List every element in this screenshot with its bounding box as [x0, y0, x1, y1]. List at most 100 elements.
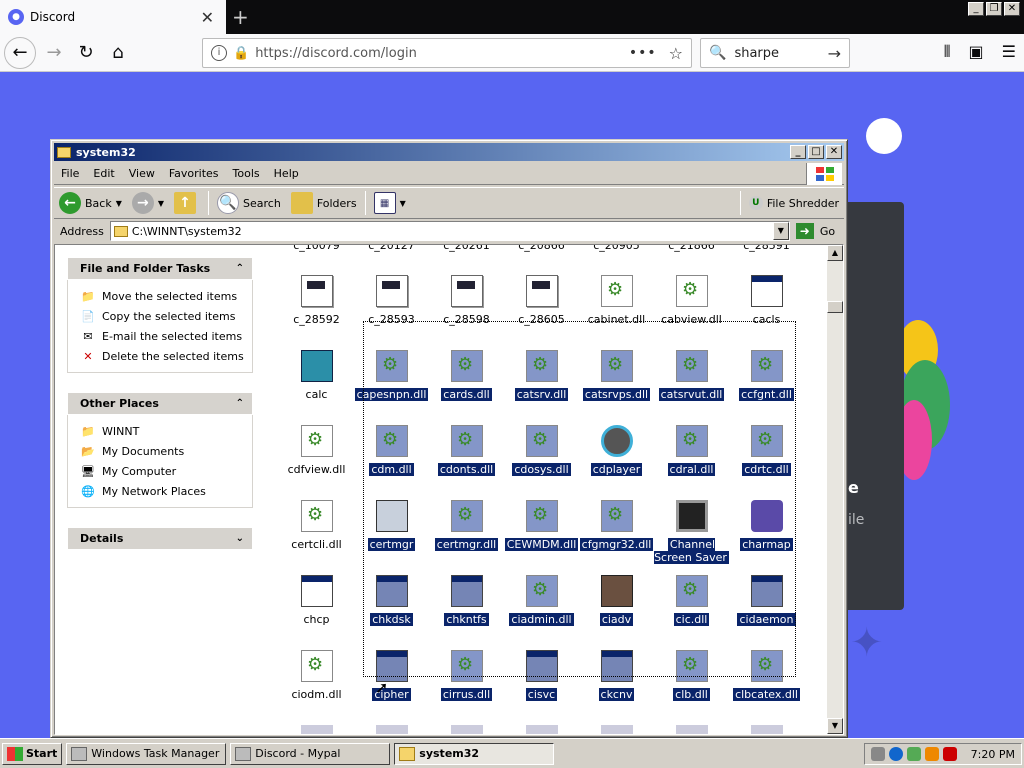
place-my-computer[interactable]: 🖥 My Computer — [80, 461, 252, 481]
search-bar[interactable]: 🔍 sharpe → — [700, 38, 850, 68]
forward-button[interactable]: → ▼ — [127, 189, 169, 217]
close-button[interactable]: ✕ — [826, 145, 842, 159]
file-item[interactable]: ciodm.dll — [279, 650, 354, 725]
menu-tools[interactable]: Tools — [226, 167, 267, 180]
file-item-partial[interactable] — [751, 725, 783, 734]
menu-favorites[interactable]: Favorites — [162, 167, 226, 180]
file-label: clb.dll — [673, 688, 710, 701]
go-button[interactable]: ➜ Go — [795, 223, 835, 239]
file-item-partial[interactable] — [376, 725, 408, 734]
file-label-partial[interactable]: c_10079 — [279, 245, 354, 252]
info-icon[interactable]: i — [211, 45, 227, 61]
search-button[interactable]: 🔍 Search — [212, 189, 286, 217]
page-actions-icon[interactable]: ••• — [629, 45, 657, 61]
url-text[interactable]: https://discord.com/login — [255, 46, 629, 61]
file-item[interactable]: certcli.dll — [279, 500, 354, 575]
menu-help[interactable]: Help — [267, 167, 306, 180]
menu-file[interactable]: File — [54, 167, 86, 180]
start-button[interactable]: Start — [2, 742, 63, 765]
views-button[interactable]: ▦ ▼ — [369, 189, 411, 217]
file-item-partial[interactable] — [451, 725, 483, 734]
task-move[interactable]: 📁 Move the selected items — [80, 286, 252, 306]
tray-app-icon[interactable] — [924, 747, 939, 761]
new-tab-button[interactable]: + — [232, 5, 249, 29]
file-item[interactable]: cdfview.dll — [279, 425, 354, 500]
address-field[interactable]: C:\WINNT\system32 ▼ — [109, 221, 790, 241]
file-item[interactable]: c_28592 — [279, 275, 354, 350]
tray-app-icon[interactable] — [888, 747, 903, 761]
task-copy[interactable]: 📄 Copy the selected items — [80, 306, 252, 326]
place-winnt[interactable]: 📁 WINNT — [80, 421, 252, 441]
back-button[interactable]: ← Back ▼ — [54, 189, 127, 217]
task-email[interactable]: ✉ E-mail the selected items — [80, 326, 252, 346]
search-input[interactable]: sharpe — [734, 46, 827, 61]
sidebar-icon[interactable]: ▣ — [969, 42, 984, 62]
file-label-partial[interactable]: c_20261 — [429, 245, 504, 252]
reload-button[interactable]: ↻ — [72, 39, 100, 67]
panel-header[interactable]: Details ⌄ — [67, 527, 253, 550]
file-item[interactable]: chcp — [279, 575, 354, 650]
library-icon[interactable]: ⫴ — [944, 42, 951, 62]
url-bar[interactable]: i 🔒 https://discord.com/login ••• ☆ — [202, 38, 692, 68]
chevron-down-icon[interactable]: ▼ — [116, 199, 122, 208]
bookmark-star-icon[interactable]: ☆ — [669, 44, 683, 63]
file-item[interactable]: calc — [279, 350, 354, 425]
file-item-partial[interactable] — [526, 725, 558, 734]
taskbar-item-task-manager[interactable]: Windows Task Manager — [66, 742, 227, 765]
menu-view[interactable]: View — [122, 167, 162, 180]
collapse-icon[interactable]: ⌃ — [236, 398, 244, 409]
tray-app-icon[interactable] — [942, 747, 957, 761]
scroll-thumb[interactable] — [827, 301, 843, 313]
place-my-network[interactable]: 🌐 My Network Places — [80, 481, 252, 501]
task-delete[interactable]: ✕ Delete the selected items — [80, 346, 252, 366]
search-go-icon[interactable]: → — [828, 44, 841, 63]
file-item-partial[interactable] — [601, 725, 633, 734]
maximize-button[interactable]: ❐ — [986, 2, 1002, 16]
file-label-partial[interactable]: c_28591 — [729, 245, 804, 252]
file-item-partial[interactable] — [676, 725, 708, 734]
menu-edit[interactable]: Edit — [86, 167, 121, 180]
chevron-down-icon[interactable]: ▼ — [400, 199, 406, 208]
chevron-down-icon[interactable]: ▼ — [158, 199, 164, 208]
taskbar-item-system32[interactable]: system32 — [394, 742, 555, 765]
scroll-up-button[interactable]: ▲ — [827, 245, 843, 261]
collapse-icon[interactable]: ⌃ — [236, 263, 244, 274]
forward-button[interactable]: → — [40, 39, 68, 67]
decor-mascot-icon — [866, 118, 902, 154]
expand-icon[interactable]: ⌄ — [236, 533, 244, 544]
clock[interactable]: 7:20 PM — [971, 748, 1015, 761]
scroll-down-button[interactable]: ▼ — [827, 718, 843, 734]
minimize-button[interactable]: _ — [968, 2, 984, 16]
close-button[interactable]: ✕ — [1004, 2, 1020, 16]
dll-gear-icon — [676, 275, 708, 307]
maximize-button[interactable]: □ — [808, 145, 824, 159]
file-item-partial[interactable] — [301, 725, 333, 734]
tab-discord[interactable]: ● Discord ✕ — [0, 0, 226, 34]
file-label-partial[interactable]: c_20866 — [504, 245, 579, 252]
file-label: ckcnv — [598, 688, 635, 701]
file-shredder-button[interactable]: U File Shredder — [744, 189, 844, 217]
close-tab-icon[interactable]: ✕ — [201, 8, 214, 27]
folders-button[interactable]: Folders — [286, 189, 362, 217]
address-value[interactable]: C:\WINNT\system32 — [132, 225, 242, 238]
file-label-partial[interactable]: c_21866 — [654, 245, 729, 252]
window-titlebar[interactable]: system32 _ □ ✕ — [54, 143, 844, 161]
lock-icon[interactable]: 🔒 — [233, 46, 249, 61]
panel-header[interactable]: File and Folder Tasks ⌃ — [67, 257, 253, 280]
menu-icon[interactable]: ☰ — [1002, 42, 1016, 62]
file-label-partial[interactable]: c_20905 — [579, 245, 654, 252]
folders-label: Folders — [316, 196, 357, 210]
taskbar-item-discord[interactable]: Discord - Mypal — [230, 742, 391, 765]
home-button[interactable]: ⌂ — [104, 39, 132, 67]
minimize-button[interactable]: _ — [790, 145, 806, 159]
back-button[interactable]: ← — [4, 36, 36, 69]
up-folder-button[interactable]: ↑ — [169, 189, 205, 217]
tray-app-icon[interactable] — [906, 747, 921, 761]
keyboard-icon[interactable] — [870, 747, 885, 761]
panel-header[interactable]: Other Places ⌃ — [67, 392, 253, 415]
file-label-partial[interactable]: c_20127 — [354, 245, 429, 252]
chevron-down-icon[interactable]: ▼ — [772, 222, 789, 240]
program-window-icon — [751, 275, 783, 307]
vertical-scrollbar[interactable]: ▲ ▼ — [827, 245, 843, 734]
place-my-documents[interactable]: 📂 My Documents — [80, 441, 252, 461]
